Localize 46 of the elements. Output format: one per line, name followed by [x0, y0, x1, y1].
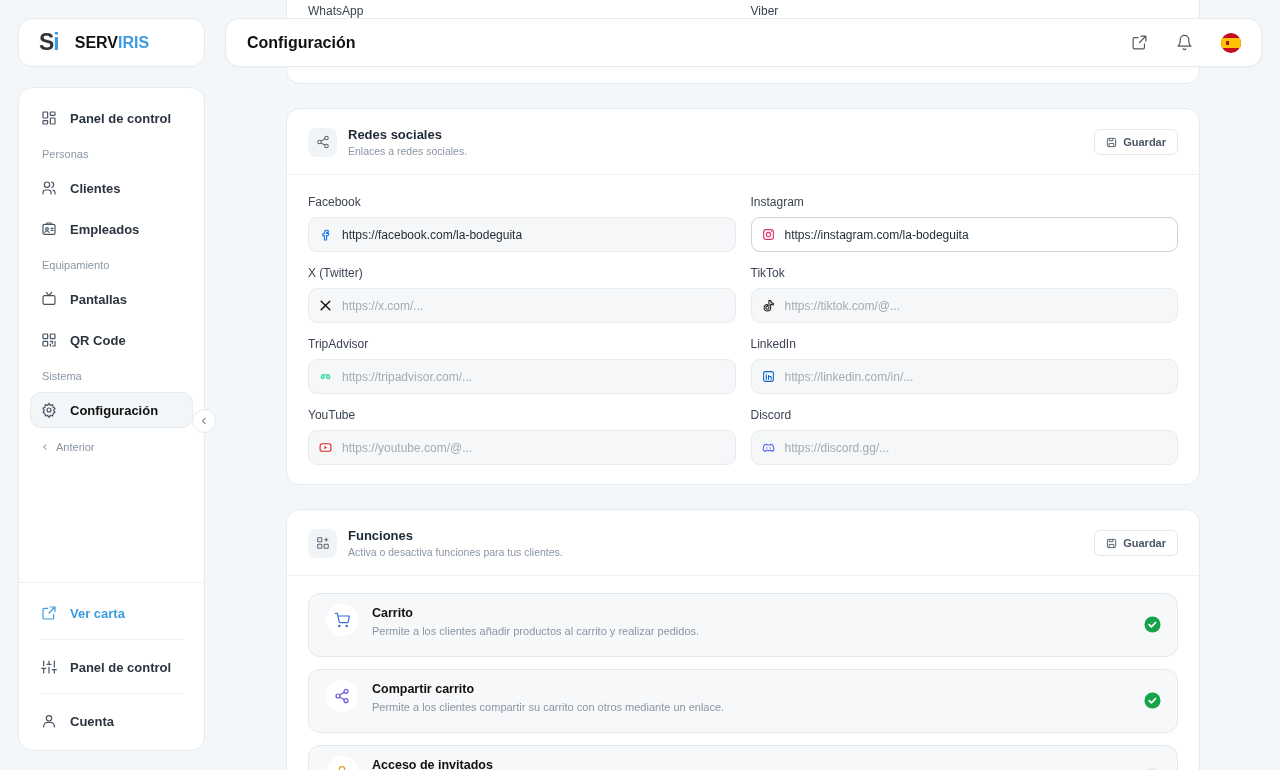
save-button[interactable]: Guardar	[1094, 129, 1178, 155]
logo-mark: Si	[39, 29, 59, 56]
section-label: Personas	[41, 147, 90, 162]
field-label: WhatsApp	[308, 4, 364, 18]
page-title: Configuración	[247, 33, 356, 52]
card-title: Funciones	[348, 528, 414, 543]
field-label: Instagram	[750, 194, 805, 210]
field-label: TripAdvisor	[308, 336, 370, 352]
nav-item[interactable]: Panel de control	[30, 648, 193, 686]
input-field[interactable]: https://linkedin.com/in/...	[750, 359, 1178, 394]
feature-row[interactable]: Acceso de invitados	[308, 745, 1178, 770]
feature-row[interactable]: Compartir carrito Permite a los clientes compartir su carrito con otros mediante un enlace.	[308, 669, 1178, 733]
nav-item[interactable]: Configuración	[30, 392, 193, 428]
field-label: X (Twitter)	[308, 265, 364, 281]
field-label: Facebook	[308, 194, 362, 210]
feature-description: Permite a los clientes añadir productos al carrito y realizar pedidos.	[372, 625, 701, 637]
section-label: Sistema	[41, 369, 83, 384]
input-field[interactable]: https://tiktok.com/@...	[750, 288, 1178, 323]
feature-row[interactable]: Carrito Permite a los clientes añadir productos al carrito y realizar pedidos.	[308, 593, 1178, 657]
input-field[interactable]: https://facebook.com/la-bodeguita	[308, 217, 736, 252]
feature-title: Acceso de invitados	[372, 758, 494, 770]
card-subtitle: Enlaces a redes sociales.	[348, 145, 469, 157]
card-title: Redes sociales	[348, 127, 443, 142]
field-label: LinkedIn	[750, 336, 797, 352]
input-field[interactable]: https://discord.gg/...	[750, 430, 1178, 465]
field-label: TikTok	[750, 265, 786, 281]
field-label: Viber	[750, 4, 779, 18]
field-label: Discord	[750, 407, 793, 423]
nav-item[interactable]: Empleados	[30, 211, 193, 247]
nav-item[interactable]: QR Code	[30, 322, 193, 358]
input-field[interactable]: https://tripadvisor.com/...	[308, 359, 736, 394]
nav-item[interactable]: Panel de control	[30, 100, 193, 136]
input-field[interactable]: https://youtube.com/@...	[308, 430, 736, 465]
save-button[interactable]: Guardar	[1094, 530, 1178, 556]
brand-name: SERVIRIS	[74, 33, 150, 52]
nav-item[interactable]: Pantallas	[30, 281, 193, 317]
field-label: YouTube	[308, 407, 357, 423]
input-field[interactable]: https://instagram.com/la-bodeguita	[750, 217, 1178, 252]
feature-title: Carrito	[372, 606, 414, 620]
nav-item[interactable]: Cuenta	[30, 702, 193, 740]
feature-title: Compartir carrito	[372, 682, 476, 696]
nav-item[interactable]: Clientes	[30, 170, 193, 206]
card-subtitle: Activa o desactiva funciones para tus clientes.	[348, 546, 564, 558]
feature-description: Permite a los clientes compartir su carrito con otros mediante un enlace.	[372, 701, 726, 713]
section-label: Equipamiento	[41, 258, 111, 273]
input-field[interactable]: https://x.com/...	[308, 288, 736, 323]
